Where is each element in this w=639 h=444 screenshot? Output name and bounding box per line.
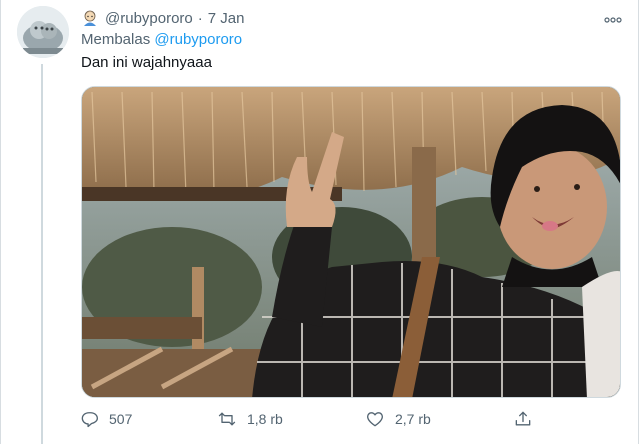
reply-context: Membalas @rubypororo [81,31,242,48]
thread-line [41,64,43,444]
avatar[interactable] [17,6,69,58]
emoji-badge-icon [84,10,96,26]
retweet-count: 1,8 rb [247,411,283,427]
tweet-header: @rubypororo · 7 Jan [81,8,244,28]
like-button[interactable]: 2,7 rb [365,404,431,434]
like-count: 2,7 rb [395,411,431,427]
retweet-icon [218,412,236,426]
tweet-photo[interactable] [81,86,621,398]
reply-button[interactable]: 507 [79,404,132,434]
reply-icon [81,412,99,428]
reply-count: 507 [109,411,133,427]
tweet-text: Dan ini wajahnyaaa [81,54,212,71]
tweet-card: @rubypororo · 7 Jan Membalas @rubypororo… [0,0,639,444]
tweet-actions: 507 1,8 rb 2,7 rb [73,404,543,434]
author-handle[interactable]: @rubypororo [105,10,193,27]
reply-mention-link[interactable]: @rubypororo [154,31,242,48]
retweet-button[interactable]: 1,8 rb [217,404,283,434]
tweet-date[interactable]: 7 Jan [208,10,245,27]
share-button[interactable] [513,404,543,434]
more-icon[interactable] [604,10,622,26]
share-icon [515,411,531,426]
reply-label: Membalas [81,31,151,48]
heart-icon [367,412,383,427]
separator-dot: · [197,9,203,27]
